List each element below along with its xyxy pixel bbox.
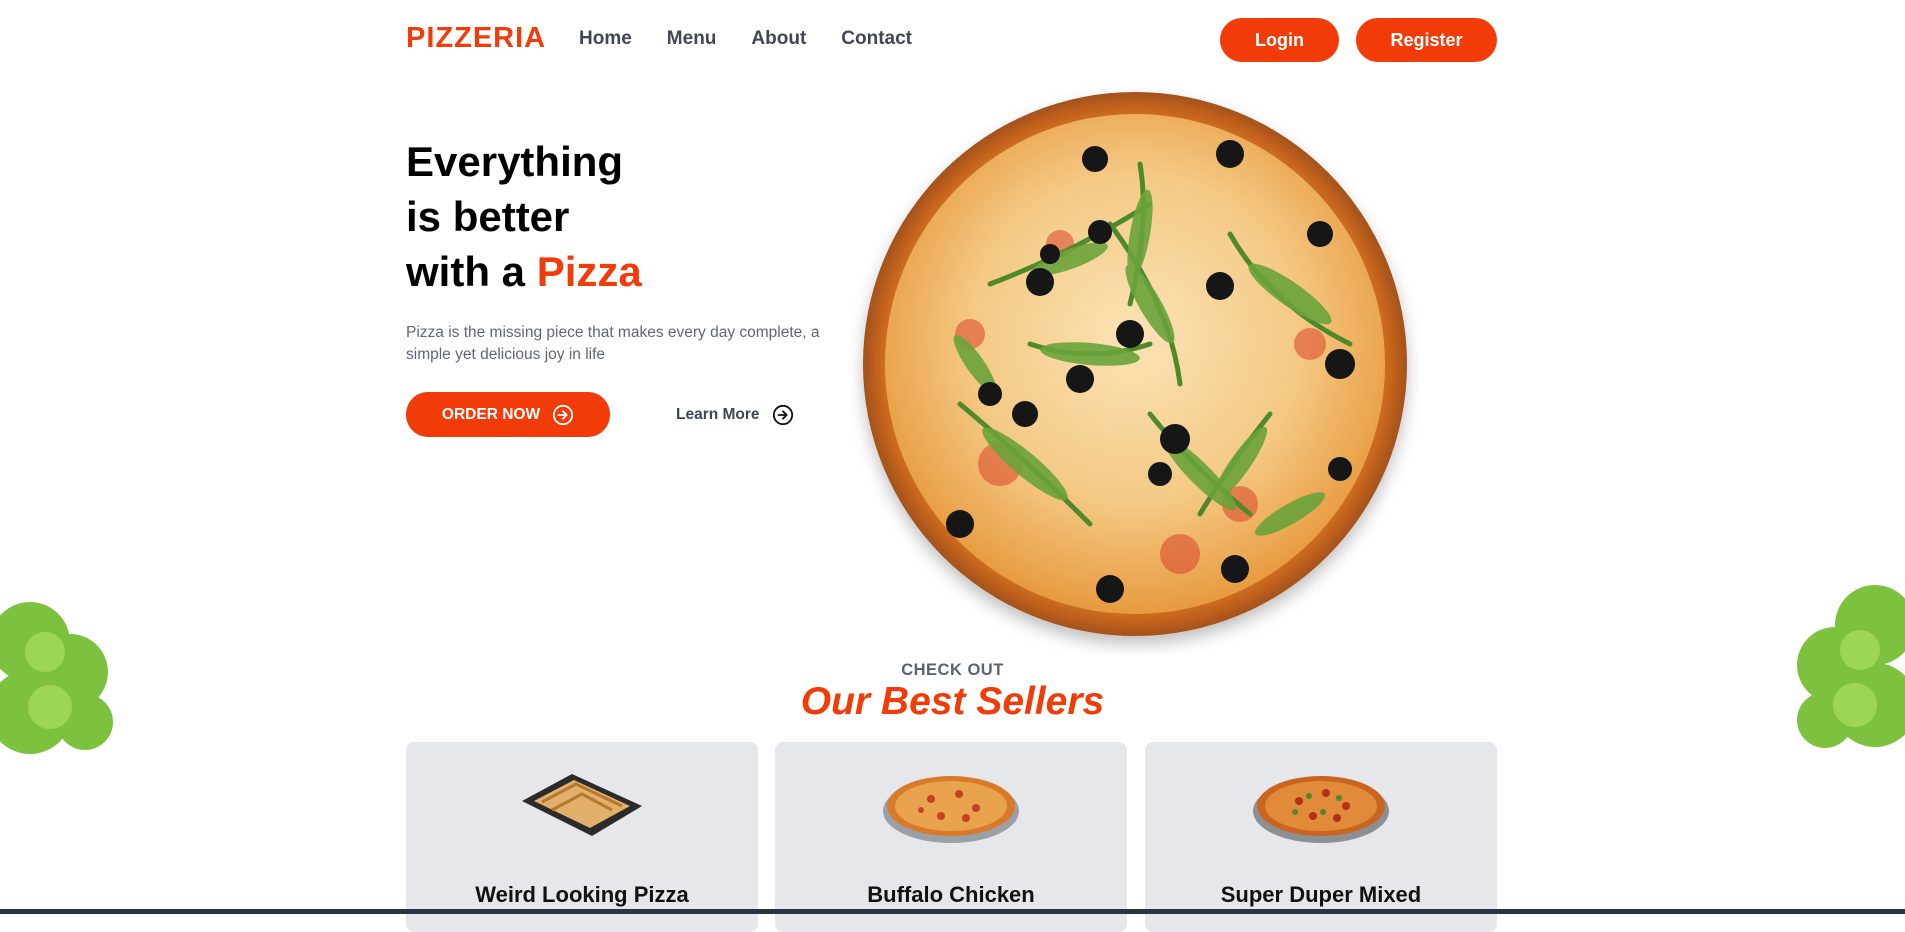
hero-title-line2: is better	[406, 193, 570, 240]
product-name: Weird Looking Pizza	[475, 882, 689, 907]
hero-title: Everything is better with a Pizza	[406, 134, 642, 299]
learn-more-link[interactable]: Learn More	[676, 404, 794, 426]
nav-contact[interactable]: Contact	[841, 28, 912, 50]
nav-about[interactable]: About	[751, 28, 806, 50]
brand-logo[interactable]: PIZZERIA	[406, 22, 546, 55]
main-nav: Home Menu About Contact	[579, 28, 912, 50]
hero-title-accent: Pizza	[536, 248, 642, 295]
arrow-right-circle-icon	[772, 404, 793, 426]
login-button[interactable]: Login	[1220, 18, 1339, 62]
product-card[interactable]: Weird Looking Pizza	[406, 742, 758, 932]
nav-menu[interactable]: Menu	[667, 28, 717, 50]
hero-description: Pizza is the missing piece that makes ev…	[406, 324, 820, 363]
product-name: Buffalo Chicken	[867, 882, 1035, 907]
arrow-right-circle-icon	[552, 404, 574, 425]
hero-title-line3: with a	[406, 248, 537, 295]
section-kicker: CHECK OUT	[901, 661, 1004, 679]
rectangular-pizza-image	[522, 774, 642, 836]
hero-title-line1: Everything	[406, 138, 624, 185]
window-bottom-border	[0, 909, 1905, 914]
order-now-button[interactable]: ORDER NOW	[406, 392, 610, 437]
round-pizza-image	[1253, 776, 1389, 843]
learn-more-label: Learn More	[676, 406, 760, 423]
section-title: Our Best Sellers	[800, 680, 1105, 723]
order-now-label: ORDER NOW	[441, 405, 541, 423]
hero-pizza-image	[863, 92, 1407, 636]
product-name: Super Duper Mixed	[1220, 882, 1422, 907]
round-pizza-image	[883, 776, 1019, 843]
product-card[interactable]: Buffalo Chicken	[775, 742, 1127, 932]
register-button[interactable]: Register	[1356, 18, 1497, 62]
nav-home[interactable]: Home	[579, 28, 632, 50]
product-card[interactable]: Super Duper Mixed	[1145, 742, 1497, 932]
